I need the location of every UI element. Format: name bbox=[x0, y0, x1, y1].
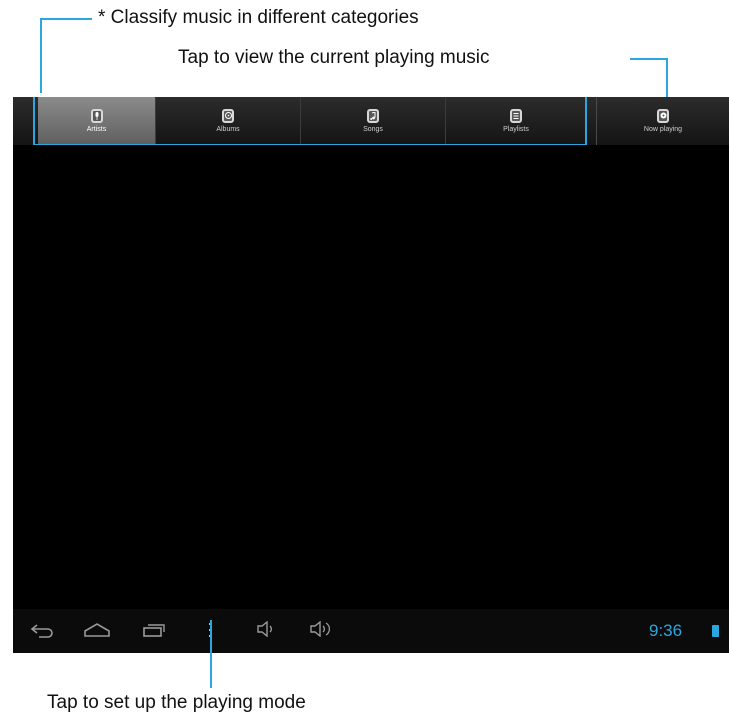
system-nav-bar: 9:36 bbox=[13, 609, 729, 653]
callout-classify-line-v bbox=[40, 18, 42, 93]
tab-now-playing-label: Now playing bbox=[643, 125, 683, 133]
callout-playing-mode-line bbox=[210, 620, 212, 688]
tab-now-playing[interactable]: Now playing bbox=[596, 97, 729, 145]
now-playing-icon bbox=[657, 108, 669, 123]
callout-classify-line-h bbox=[40, 18, 92, 20]
music-app-screen: Artists Albums Songs Playlists Now playi… bbox=[13, 97, 729, 653]
content-area bbox=[13, 145, 729, 609]
back-icon[interactable] bbox=[29, 622, 55, 643]
home-icon[interactable] bbox=[83, 623, 111, 642]
status-clock: 9:36 bbox=[649, 621, 683, 640]
volume-up-icon[interactable] bbox=[309, 620, 333, 642]
callout-classify-text: * Classify music in different categories bbox=[98, 7, 419, 28]
callout-now-playing-text: Tap to view the current playing music bbox=[178, 47, 490, 68]
category-tab-bar: Artists Albums Songs Playlists Now playi… bbox=[13, 97, 729, 146]
recent-apps-icon[interactable] bbox=[142, 623, 166, 642]
volume-down-icon[interactable] bbox=[256, 620, 276, 642]
callout-now-playing-line-h bbox=[630, 58, 668, 60]
category-tabs-highlight-box bbox=[33, 97, 587, 146]
battery-icon bbox=[712, 625, 719, 637]
callout-playing-mode-text: Tap to set up the playing mode bbox=[47, 692, 306, 713]
